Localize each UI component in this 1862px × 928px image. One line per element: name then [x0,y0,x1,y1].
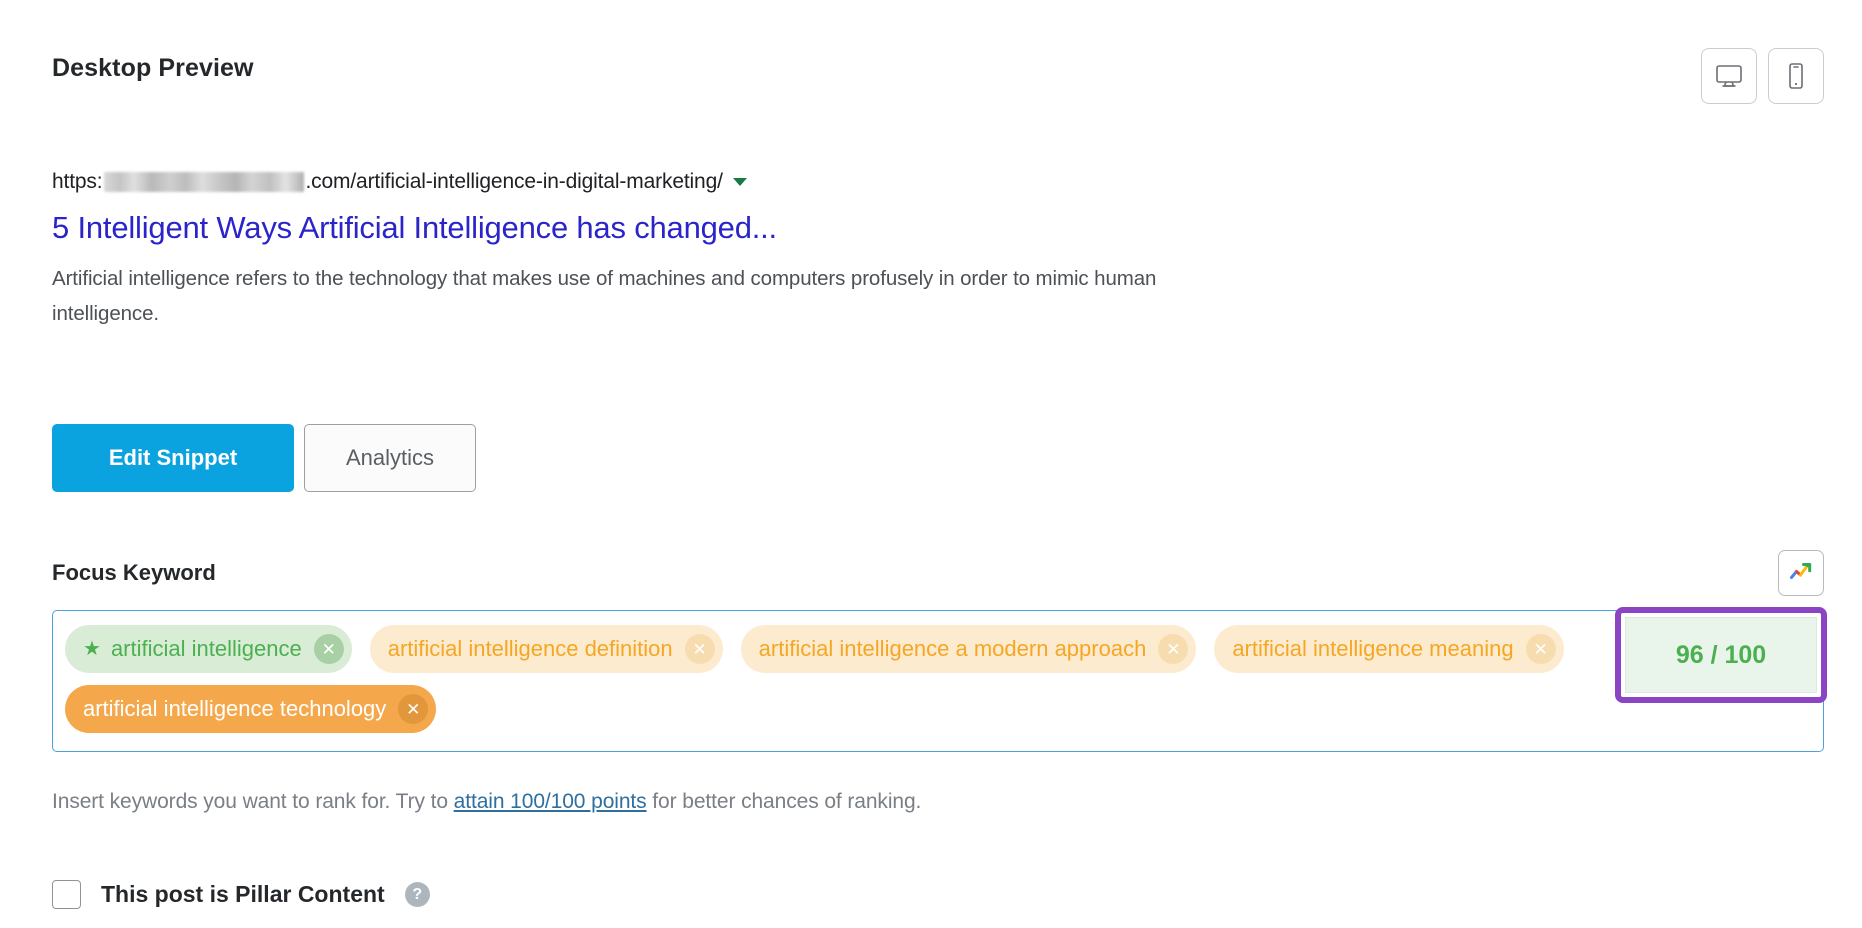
pillar-content-label: This post is Pillar Content [101,881,385,907]
keyword-tag[interactable]: artificial intelligence a modern approac… [740,625,1197,673]
google-trends-icon [1788,558,1814,589]
keyword-tag-label: artificial intelligence a modern approac… [758,636,1147,661]
focus-keyword-input-box[interactable]: ★ artificial intelligence ✕ artificial i… [52,607,1827,752]
remove-keyword-icon[interactable]: ✕ [313,634,344,664]
keyword-tag[interactable]: artificial intelligence meaning ✕ [1214,625,1564,673]
snippet-actions: Edit Snippet Analytics [52,424,476,492]
seo-score-highlight: 96 / 100 [1615,607,1827,703]
keyword-tag-label: artificial intelligence [110,636,302,661]
preview-header: Desktop Preview [52,48,1824,108]
chevron-down-icon[interactable] [732,178,747,186]
search-result-preview: https: .com/artificial-intelligence-in-d… [52,168,1452,331]
seo-snippet-panel: Desktop Preview https: .com/artificial-i… [0,0,1862,928]
helper-text-before: Insert keywords you want to rank for. Tr… [52,790,454,813]
url-suffix: .com/artificial-intelligence-in-digital-… [305,170,723,193]
remove-keyword-icon[interactable]: ✕ [1525,634,1556,664]
keyword-helper-text: Insert keywords you want to rank for. Tr… [52,790,921,814]
remove-keyword-icon[interactable]: ✕ [398,694,429,724]
monitor-icon [1715,63,1743,89]
keyword-tag-list: ★ artificial intelligence ✕ artificial i… [65,625,1625,733]
remove-keyword-icon[interactable]: ✕ [684,634,715,664]
result-title[interactable]: 5 Intelligent Ways Artificial Intelligen… [52,210,1452,247]
star-icon: ★ [83,638,101,660]
url-prefix: https: [52,170,103,193]
result-url[interactable]: https: .com/artificial-intelligence-in-d… [52,168,1452,196]
keyword-tag-label: artificial intelligence definition [387,636,673,661]
keyword-tag-label: artificial intelligence meaning [1232,636,1514,661]
focus-keyword-label: Focus Keyword [52,560,216,585]
desktop-view-button[interactable] [1701,48,1757,104]
keyword-tag[interactable]: ★ artificial intelligence ✕ [65,625,352,673]
seo-score-badge: 96 / 100 [1625,617,1817,693]
help-icon[interactable]: ? [404,882,430,907]
pillar-content-checkbox[interactable] [52,880,81,909]
analytics-button[interactable]: Analytics [304,424,476,492]
device-toggle-group [1701,48,1824,104]
keyword-tag[interactable]: artificial intelligence definition ✕ [369,625,723,673]
focus-keyword-header: Focus Keyword [52,550,1824,604]
url-domain-redacted [104,172,305,192]
phone-icon [1786,62,1806,90]
attain-points-link[interactable]: attain 100/100 points [454,790,647,813]
keyword-tag[interactable]: artificial intelligence technology ✕ [65,685,437,733]
page-title: Desktop Preview [52,54,254,82]
google-trends-button[interactable] [1778,550,1824,596]
edit-snippet-button[interactable]: Edit Snippet [52,424,294,492]
mobile-view-button[interactable] [1768,48,1824,104]
pillar-content-row: This post is Pillar Content ? [52,880,430,909]
keyword-tag-label: artificial intelligence technology [83,696,387,721]
helper-text-after: for better chances of ranking. [646,790,922,813]
result-description: Artificial intelligence refers to the te… [52,266,1157,325]
remove-keyword-icon[interactable]: ✕ [1158,634,1189,664]
